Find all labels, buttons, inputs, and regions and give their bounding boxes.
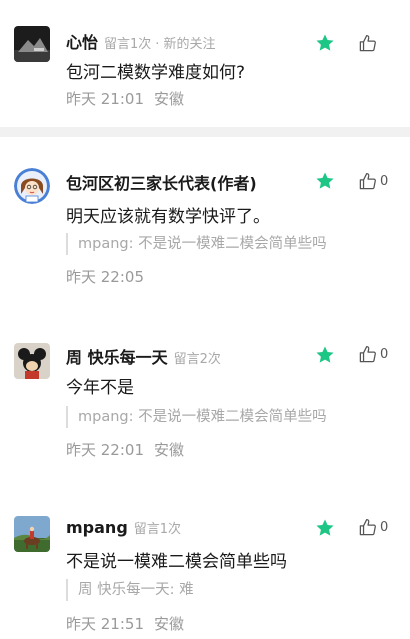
author-name[interactable]: 心怡 xyxy=(66,29,98,53)
timestamp: 昨天 22:01 xyxy=(66,441,144,459)
avatar[interactable] xyxy=(14,26,50,62)
mickey-avatar-icon xyxy=(14,343,50,379)
horse-rider-avatar-icon xyxy=(14,516,50,552)
avatar[interactable] xyxy=(14,516,50,552)
avatar[interactable] xyxy=(14,343,50,379)
comment-time: 昨天 21:01 安徽 xyxy=(66,88,184,109)
meta-separator: · xyxy=(155,37,160,52)
location: 安徽 xyxy=(154,441,185,459)
timestamp: 昨天 21:01 xyxy=(66,90,144,108)
comment-header: 心怡 留言1次 · 新的关注 xyxy=(66,29,215,53)
comment-time: 昨天 22:05 xyxy=(66,266,154,287)
comment-header: mpang 留言1次 xyxy=(66,518,181,542)
like-button[interactable] xyxy=(358,33,380,53)
comment-header: 周 快乐每一天 留言2次 xyxy=(66,344,221,368)
avatar[interactable] xyxy=(14,168,50,204)
thumbs-up-icon xyxy=(359,34,376,51)
quoted-reply: 周 快乐每一天: 难 xyxy=(66,579,194,601)
like-button[interactable]: 0 xyxy=(358,517,388,537)
like-button[interactable]: 0 xyxy=(358,344,388,364)
timestamp: 昨天 21:51 xyxy=(66,615,144,633)
thumbs-up-icon xyxy=(359,172,376,189)
comment-header: 包河区初三家长代表(作者) xyxy=(66,170,257,194)
like-count: 0 xyxy=(380,346,389,362)
author-name[interactable]: 周 快乐每一天 xyxy=(66,344,168,368)
like-count: 0 xyxy=(380,173,389,189)
timestamp: 昨天 22:05 xyxy=(66,268,144,286)
quoted-reply: mpang: 不是说一模难二模会简单些吗 xyxy=(66,406,327,428)
comment-text: 明天应该就有数学快评了。 xyxy=(66,207,270,227)
location: 安徽 xyxy=(154,615,185,633)
like-button[interactable]: 0 xyxy=(358,171,388,191)
quoted-reply: mpang: 不是说一模难二模会简单些吗 xyxy=(66,233,327,255)
location: 安徽 xyxy=(154,90,185,108)
comment-time: 昨天 22:01 安徽 xyxy=(66,439,184,460)
author-name[interactable]: 包河区初三家长代表(作者) xyxy=(66,170,257,194)
like-count: 0 xyxy=(380,519,389,535)
thumbs-up-icon xyxy=(359,345,376,362)
author-name[interactable]: mpang xyxy=(66,518,128,537)
comment-count: 留言2次 xyxy=(173,352,221,367)
section-divider xyxy=(0,127,410,137)
star-icon[interactable] xyxy=(315,345,335,365)
cartoon-girl-avatar-icon xyxy=(14,168,50,204)
comment-text: 包河二模数学难度如何? xyxy=(66,63,246,83)
star-icon[interactable] xyxy=(315,33,335,53)
comment-text: 不是说一模难二模会简单些吗 xyxy=(66,552,287,572)
comment-time: 昨天 21:51 安徽 xyxy=(66,613,184,634)
star-icon[interactable] xyxy=(315,518,335,538)
comment-count: 留言1次 xyxy=(133,522,182,537)
thumbs-up-icon xyxy=(359,518,376,535)
follow-tag: 新的关注 xyxy=(163,37,216,52)
comment-text: 今年不是 xyxy=(66,378,134,398)
comment-count: 留言1次 xyxy=(104,37,152,52)
dark-landscape-avatar-icon xyxy=(14,26,50,62)
comment-meta: 留言1次 · 新的关注 xyxy=(104,33,215,52)
star-icon[interactable] xyxy=(315,171,335,191)
